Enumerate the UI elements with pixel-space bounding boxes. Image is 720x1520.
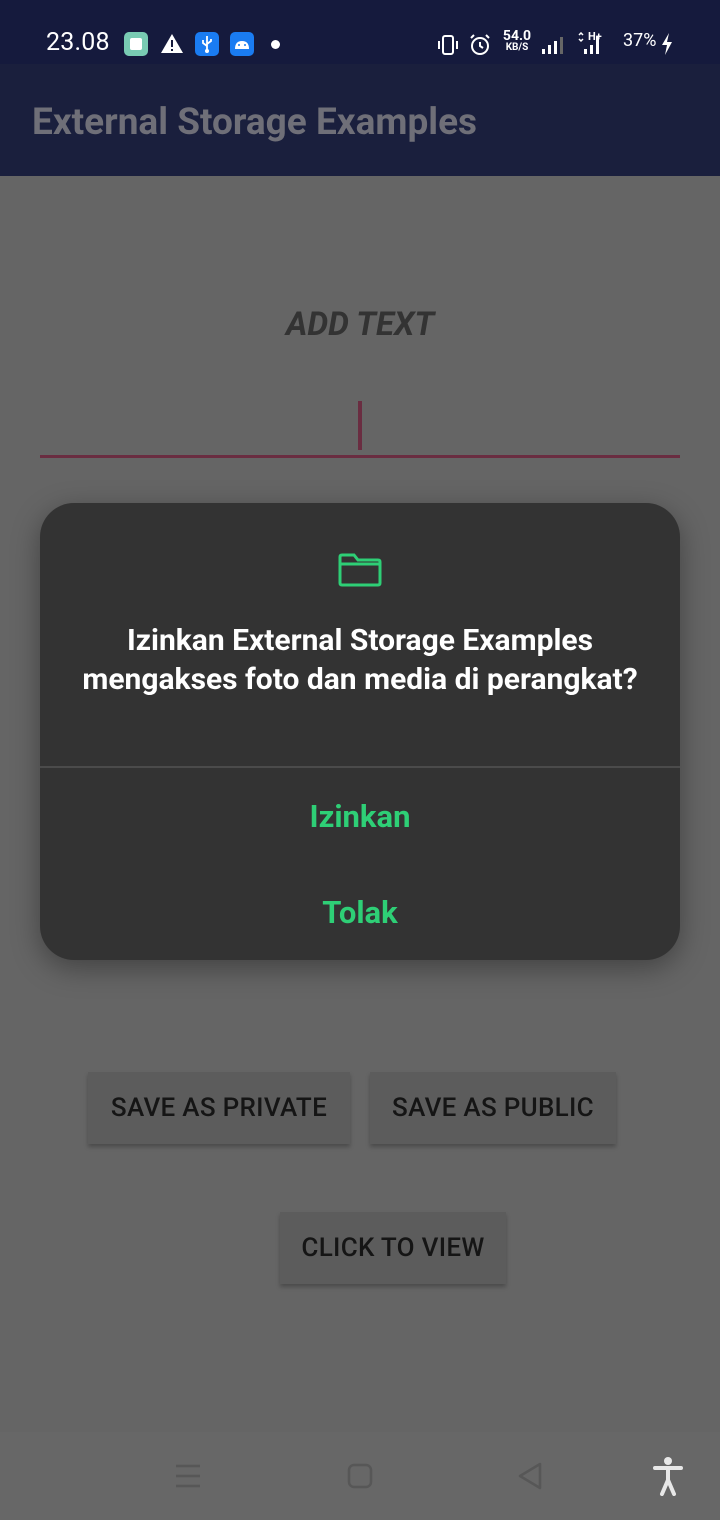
deny-button[interactable]: Tolak bbox=[40, 867, 680, 957]
network-speed: 54.0 KB/S bbox=[500, 28, 534, 54]
add-text-heading: ADD TEXT bbox=[285, 305, 435, 344]
signal-1-icon bbox=[542, 37, 563, 54]
android-debug-icon bbox=[230, 32, 254, 56]
home-icon[interactable] bbox=[346, 1460, 374, 1492]
dialog-divider bbox=[40, 766, 680, 768]
dialog-message: Izinkan External Storage Examples mengak… bbox=[82, 623, 638, 697]
network-speed-value: 54.0 bbox=[502, 28, 532, 44]
allow-button[interactable]: Izinkan bbox=[40, 771, 680, 861]
click-to-view-button[interactable]: CLICK TO VIEW bbox=[280, 1212, 506, 1284]
permission-dialog: Izinkan External Storage Examples mengak… bbox=[40, 503, 680, 960]
app-notification-icon bbox=[124, 32, 148, 56]
menu-icon[interactable] bbox=[174, 1460, 202, 1492]
more-notifications-icon bbox=[271, 40, 280, 49]
text-cursor bbox=[358, 401, 362, 450]
warning-icon bbox=[161, 34, 183, 53]
back-icon[interactable] bbox=[516, 1460, 544, 1492]
status-time: 23.08 bbox=[46, 28, 110, 57]
charging-icon bbox=[662, 33, 672, 55]
status-bar: 23.08 54.0 KB/S H+ 37% bbox=[0, 0, 720, 64]
usb-icon bbox=[195, 32, 219, 56]
app-title: External Storage Examples bbox=[32, 101, 478, 144]
vibrate-icon bbox=[438, 35, 458, 55]
signal-2-icon bbox=[578, 32, 599, 54]
battery-percent: 37% bbox=[623, 30, 657, 51]
accessibility-icon[interactable] bbox=[652, 1456, 684, 1496]
save-public-button[interactable]: SAVE AS PUBLIC bbox=[370, 1072, 616, 1144]
folder-icon bbox=[338, 553, 382, 587]
alarm-icon bbox=[470, 34, 490, 55]
save-private-button[interactable]: SAVE AS PRIVATE bbox=[88, 1072, 350, 1144]
